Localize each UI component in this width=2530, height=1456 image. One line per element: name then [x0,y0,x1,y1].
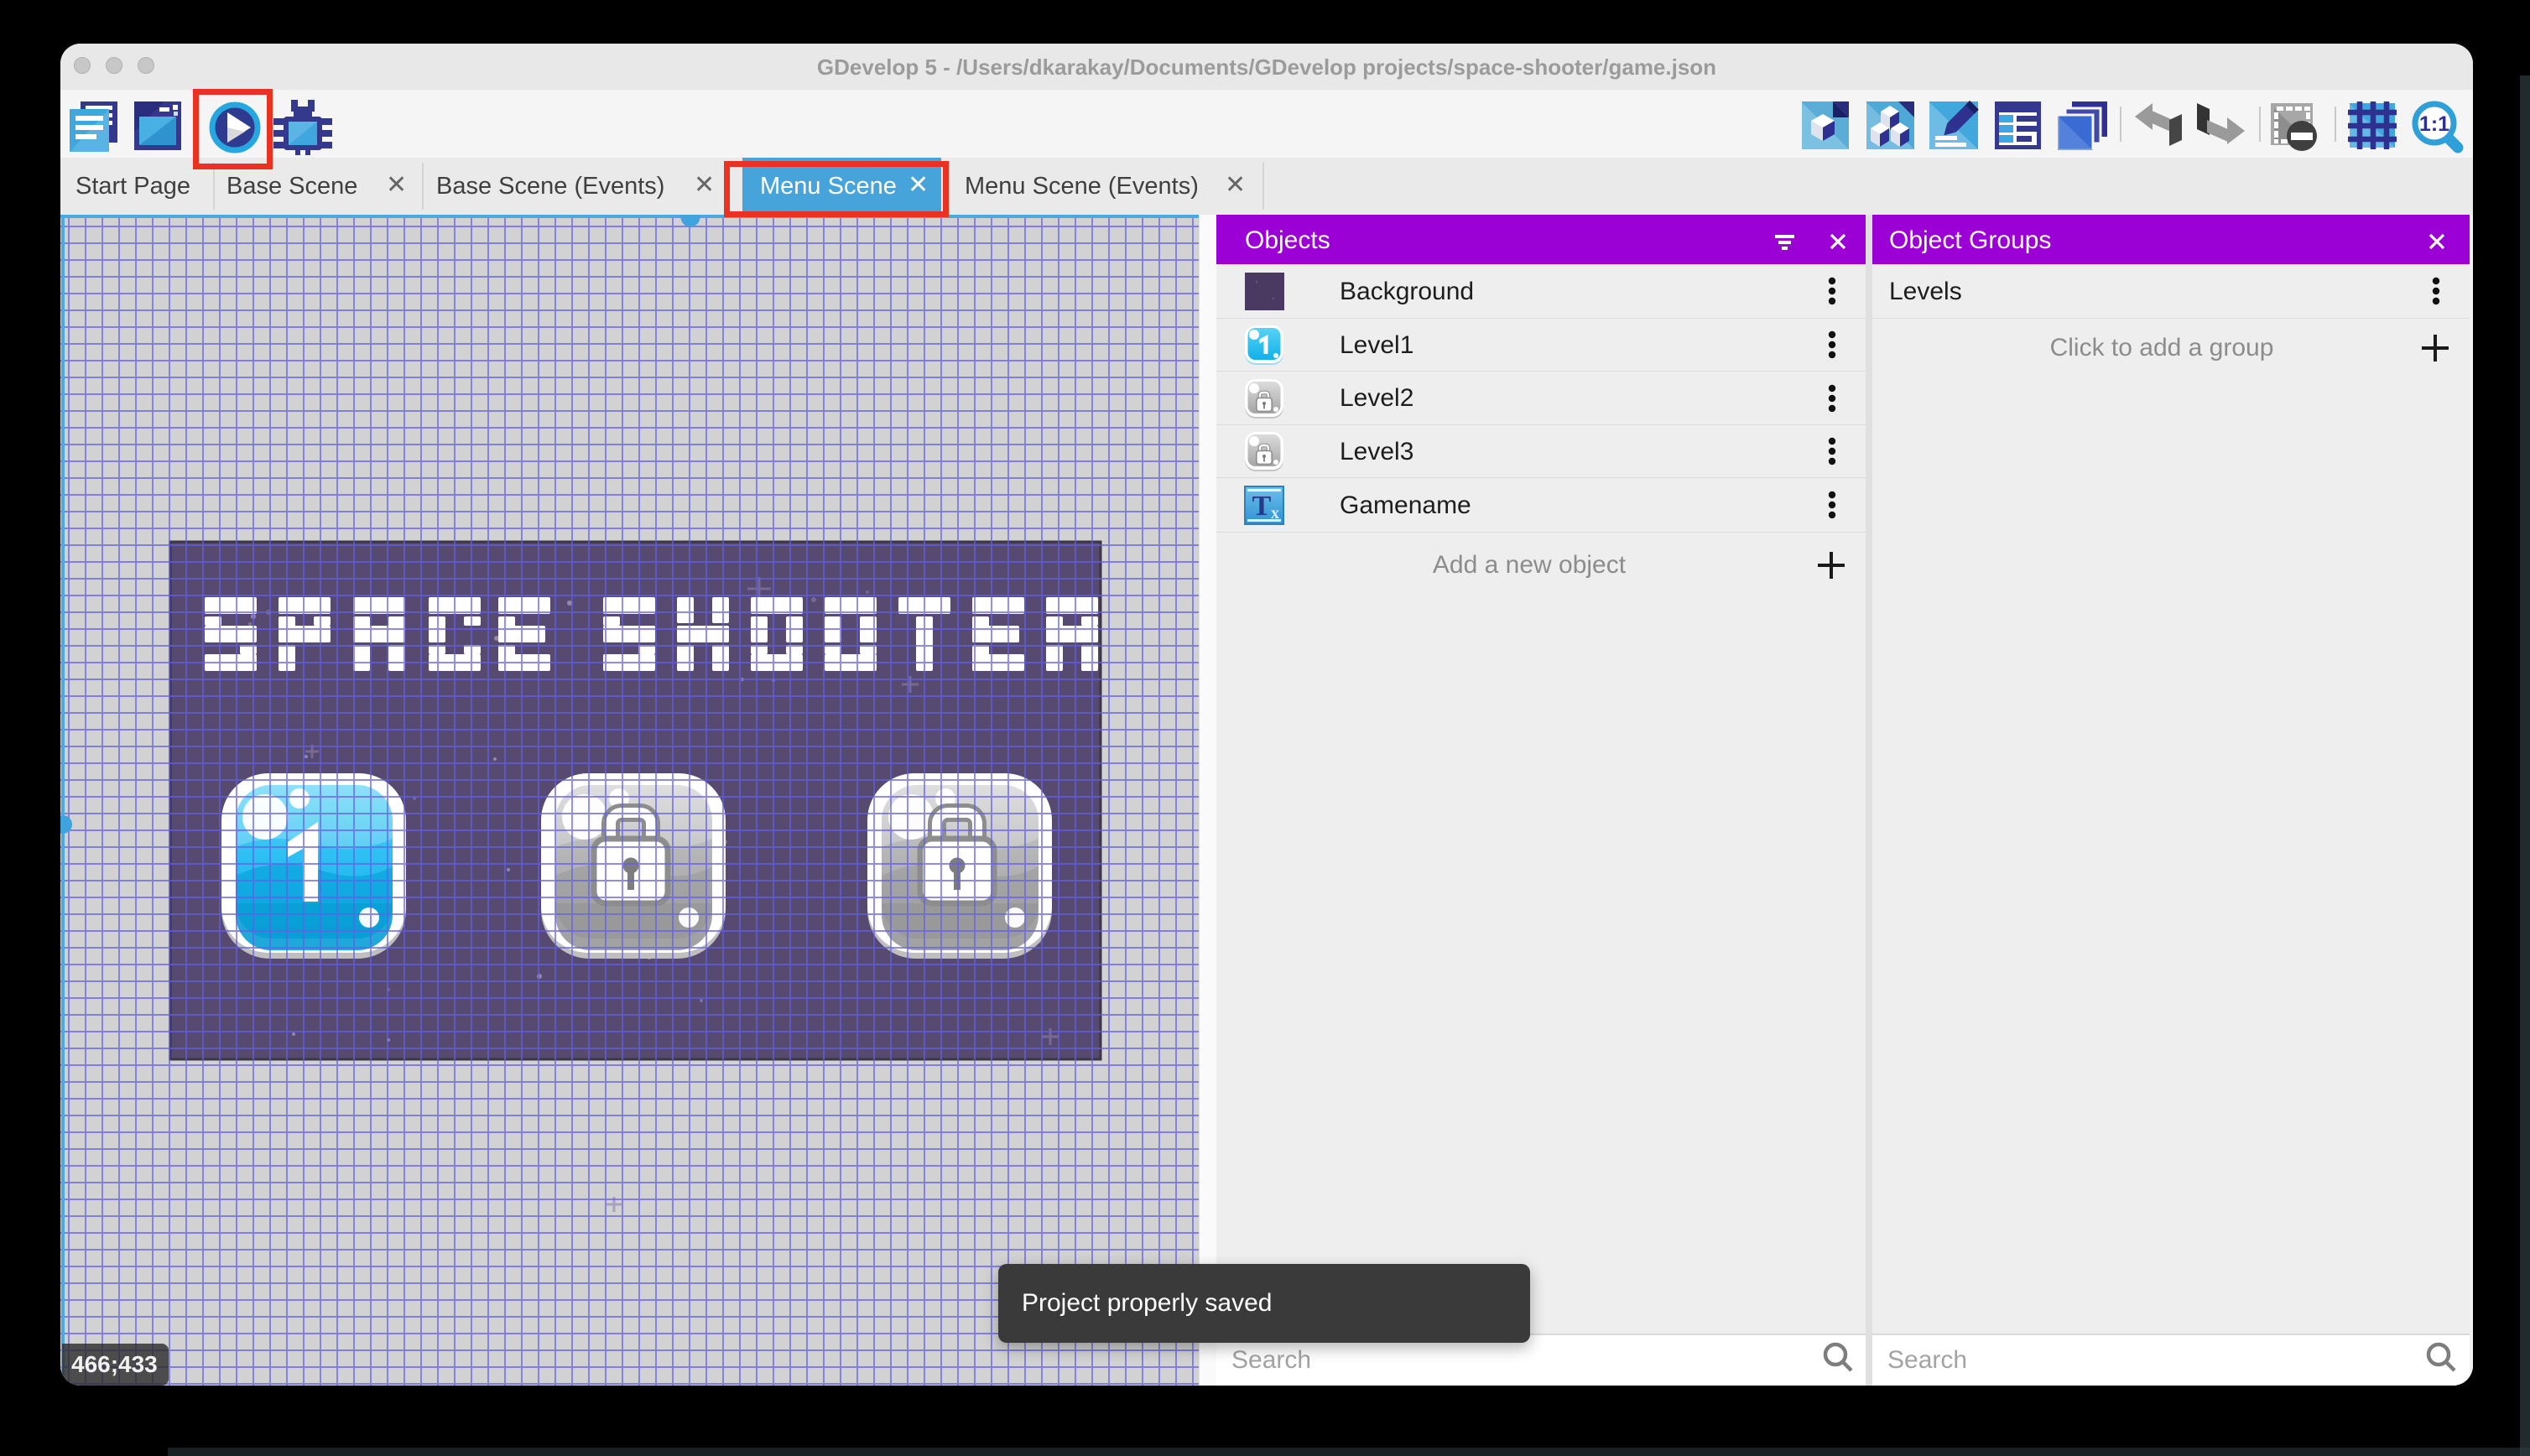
svg-text:1:1: 1:1 [2419,112,2449,136]
svg-text:T: T [1252,491,1272,522]
svg-text:x: x [1271,504,1279,523]
